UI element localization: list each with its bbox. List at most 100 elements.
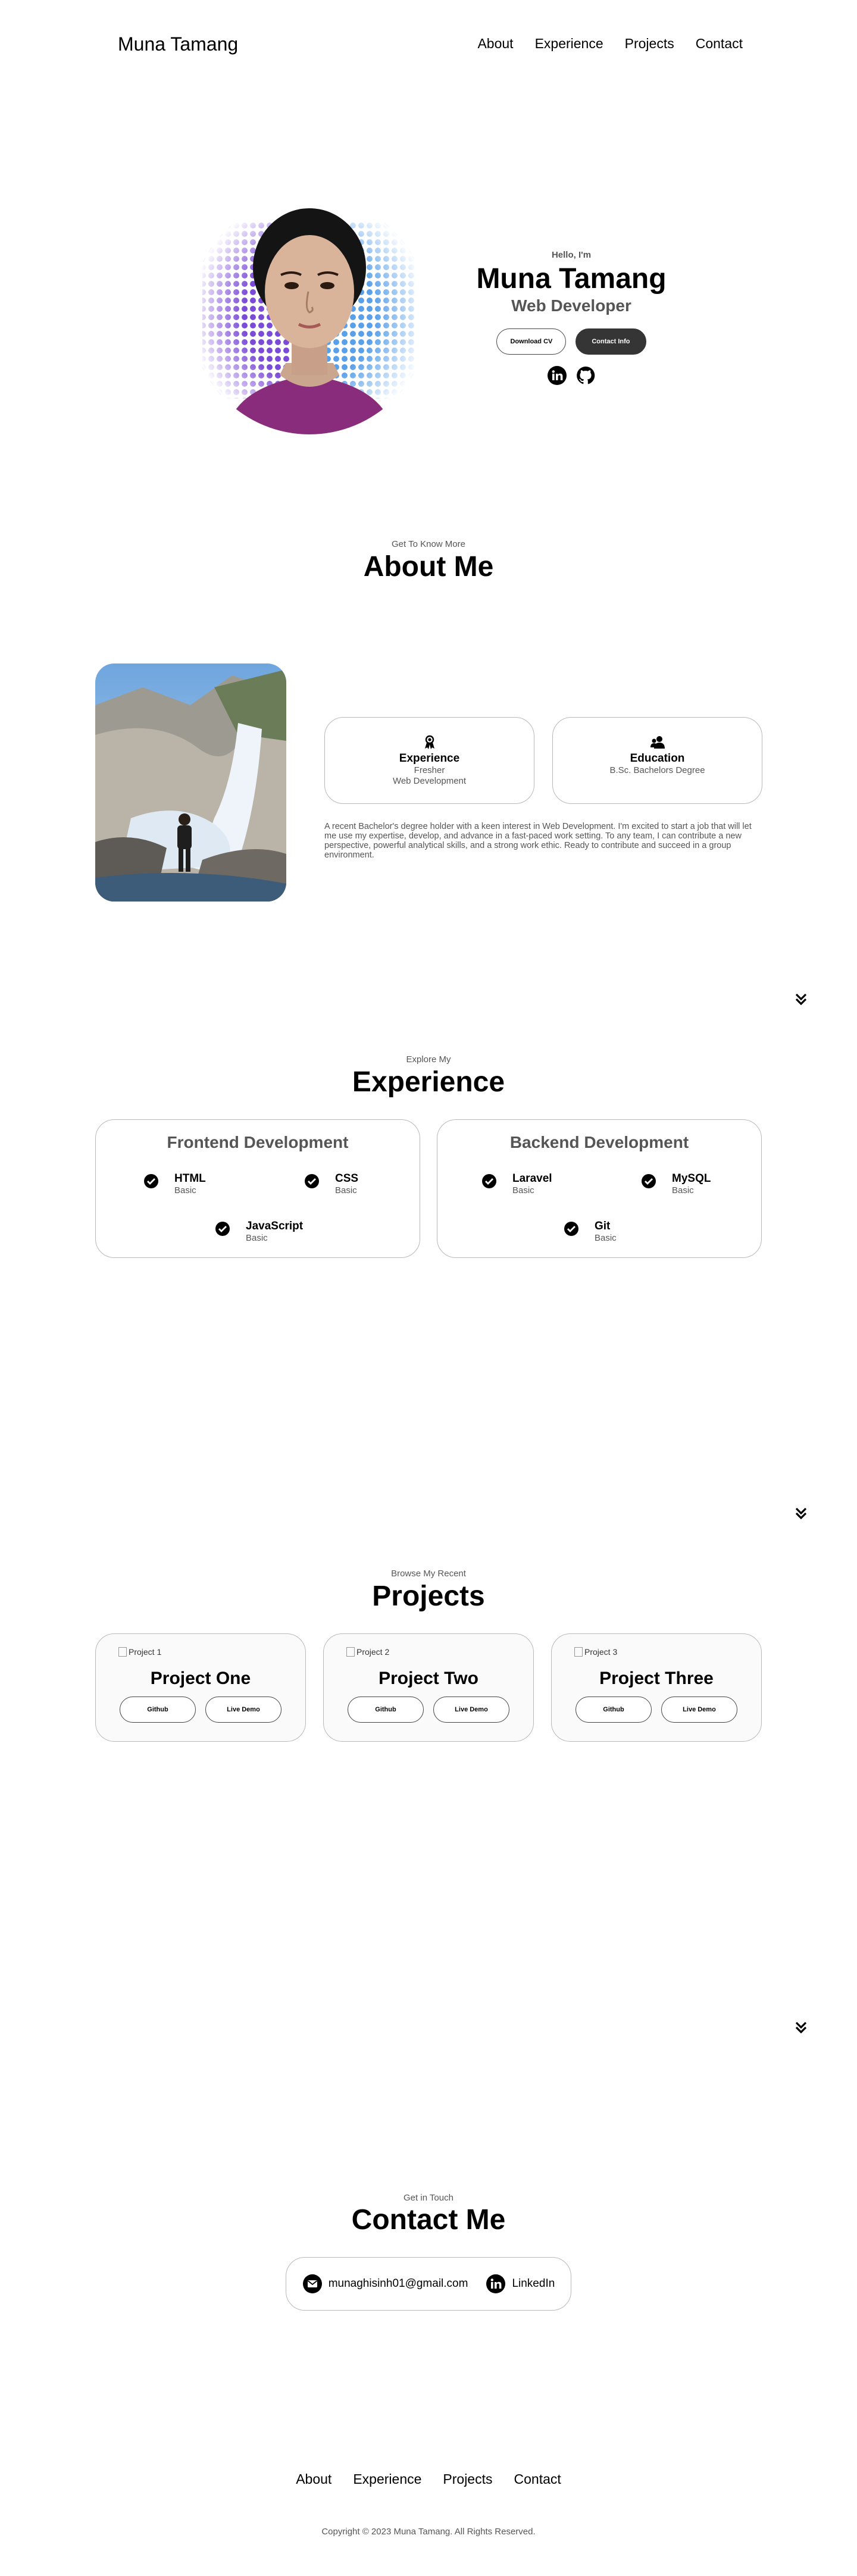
footer-link-experience[interactable]: Experience [353, 2471, 421, 2487]
experience-title: Experience [352, 1066, 505, 1098]
project-card: Project 1 Project One Github Live Demo [95, 1633, 306, 1742]
github-icon[interactable] [575, 365, 596, 386]
project-card: Project 3 Project Three Github Live Demo [551, 1633, 762, 1742]
project-buttons: Github Live Demo [552, 1697, 761, 1723]
email-link[interactable]: munaghisinh01@gmail.com [329, 2277, 468, 2290]
logo: Muna Tamang [118, 33, 239, 55]
graduation-users-icon [650, 736, 665, 749]
checkmark-icon [305, 1174, 319, 1188]
live-demo-button[interactable]: Live Demo [661, 1697, 737, 1723]
hero-name: Muna Tamang [476, 263, 667, 295]
broken-image-icon [346, 1647, 355, 1657]
experience-badge-icon [424, 735, 434, 749]
experience-card-title: Experience [399, 752, 460, 765]
broken-image-icon [574, 1647, 583, 1657]
contact-title: Contact Me [351, 2204, 506, 2236]
project-title: Project Three [599, 1669, 714, 1688]
broken-image-icon [118, 1647, 127, 1657]
skill-level: Basic [672, 1185, 694, 1195]
frontend-card: Frontend Development HTML Basic CSS Basic … [95, 1119, 420, 1258]
projects-subtitle: Browse My Recent [391, 1569, 466, 1579]
about-picture [95, 663, 286, 902]
skill-name: JavaScript [246, 1220, 304, 1232]
skill-item: Laravel Basic [481, 1172, 552, 1195]
experience-card: Experience Fresher Web Development [324, 717, 534, 804]
hero-intro: Hello, I'm Muna Tamang Web Developer Dow… [464, 250, 678, 386]
footer-link-about[interactable]: About [296, 2471, 331, 2487]
linkedin-icon [486, 2274, 506, 2293]
github-button[interactable]: Github [348, 1697, 424, 1723]
project-buttons: Github Live Demo [96, 1697, 305, 1723]
profile-picture [190, 196, 428, 434]
footer-link-contact[interactable]: Contact [514, 2471, 561, 2487]
footer-link-projects[interactable]: Projects [443, 2471, 492, 2487]
education-card-degree: B.Sc. Bachelors Degree [609, 765, 705, 775]
contact-info-button[interactable]: Contact Info [575, 328, 646, 355]
skill-name: MySQL [672, 1172, 711, 1185]
checkmark-icon [482, 1174, 496, 1188]
skill-level: Basic [174, 1185, 196, 1195]
about-title: About Me [363, 551, 494, 583]
frontend-card-title: Frontend Development [167, 1133, 349, 1151]
hero-buttons: Download CV Contact Info [464, 328, 678, 355]
skill-item: CSS Basic [304, 1172, 358, 1195]
nav-link-experience[interactable]: Experience [535, 36, 603, 52]
skill-name: Laravel [512, 1172, 552, 1185]
about-subtitle: Get To Know More [392, 539, 465, 549]
about-description: A recent Bachelor's degree holder with a… [324, 822, 752, 860]
skill-level: Basic [246, 1233, 268, 1243]
double-chevron-down-icon[interactable] [793, 2020, 809, 2035]
skill-name: HTML [174, 1172, 206, 1185]
project-image: Project 2 [346, 1647, 389, 1657]
backend-card-title: Backend Development [509, 1133, 689, 1151]
skill-item: JavaScript Basic [215, 1220, 303, 1243]
email-icon [302, 2274, 322, 2293]
project-title: Project Two [379, 1669, 478, 1688]
checkmark-icon [144, 1174, 158, 1188]
project-image-alt: Project 2 [356, 1647, 390, 1657]
project-image: Project 1 [118, 1647, 161, 1657]
skill-level: Basic [512, 1185, 534, 1195]
checkmark-icon [215, 1222, 230, 1236]
double-chevron-down-icon[interactable] [793, 1505, 809, 1521]
contact-card: munaghisinh01@gmail.com LinkedIn [286, 2257, 571, 2311]
project-title: Project One [150, 1669, 251, 1688]
nav-link-about[interactable]: About [477, 36, 513, 52]
experience-card-level: Fresher [414, 765, 445, 775]
footer-nav: About Experience Projects Contact [0, 2471, 857, 2487]
checkmark-icon [642, 1174, 656, 1188]
skill-item: MySQL Basic [641, 1172, 711, 1195]
project-image-alt: Project 3 [584, 1647, 618, 1657]
github-button[interactable]: Github [575, 1697, 652, 1723]
linkedin-icon[interactable] [547, 365, 567, 386]
contact-subtitle: Get in Touch [404, 2193, 453, 2203]
nav-link-projects[interactable]: Projects [625, 36, 674, 52]
project-image-alt: Project 1 [129, 1647, 162, 1657]
download-cv-button[interactable]: Download CV [496, 328, 567, 355]
education-card-title: Education [630, 752, 685, 765]
linkedin-link[interactable]: LinkedIn [512, 2277, 555, 2290]
copyright-text: Copyright © 2023 Muna Tamang. All Rights… [321, 2527, 536, 2537]
project-buttons: Github Live Demo [324, 1697, 533, 1723]
project-image: Project 3 [574, 1647, 617, 1657]
skill-name: CSS [335, 1172, 359, 1185]
hero-greeting: Hello, I'm [551, 250, 592, 260]
project-card: Project 2 Project Two Github Live Demo [323, 1633, 534, 1742]
skill-name: Git [595, 1220, 611, 1232]
backend-card: Backend Development Laravel Basic MySQL Ba… [437, 1119, 762, 1258]
live-demo-button[interactable]: Live Demo [205, 1697, 282, 1723]
live-demo-button[interactable]: Live Demo [433, 1697, 509, 1723]
nav-link-contact[interactable]: Contact [696, 36, 743, 52]
linkedin-contact: LinkedIn [486, 2274, 555, 2294]
email-contact: munaghisinh01@gmail.com [302, 2274, 468, 2294]
github-button[interactable]: Github [120, 1697, 196, 1723]
top-nav: About Experience Projects Contact [477, 36, 743, 52]
experience-subtitle: Explore My [406, 1054, 451, 1065]
skill-level: Basic [335, 1185, 357, 1195]
checkmark-icon [564, 1222, 578, 1236]
skill-item: HTML Basic [143, 1172, 206, 1195]
experience-card-field: Web Development [392, 776, 467, 786]
hero-role: Web Developer [511, 296, 631, 315]
double-chevron-down-icon[interactable] [793, 991, 809, 1007]
skill-item: Git Basic [564, 1220, 617, 1243]
